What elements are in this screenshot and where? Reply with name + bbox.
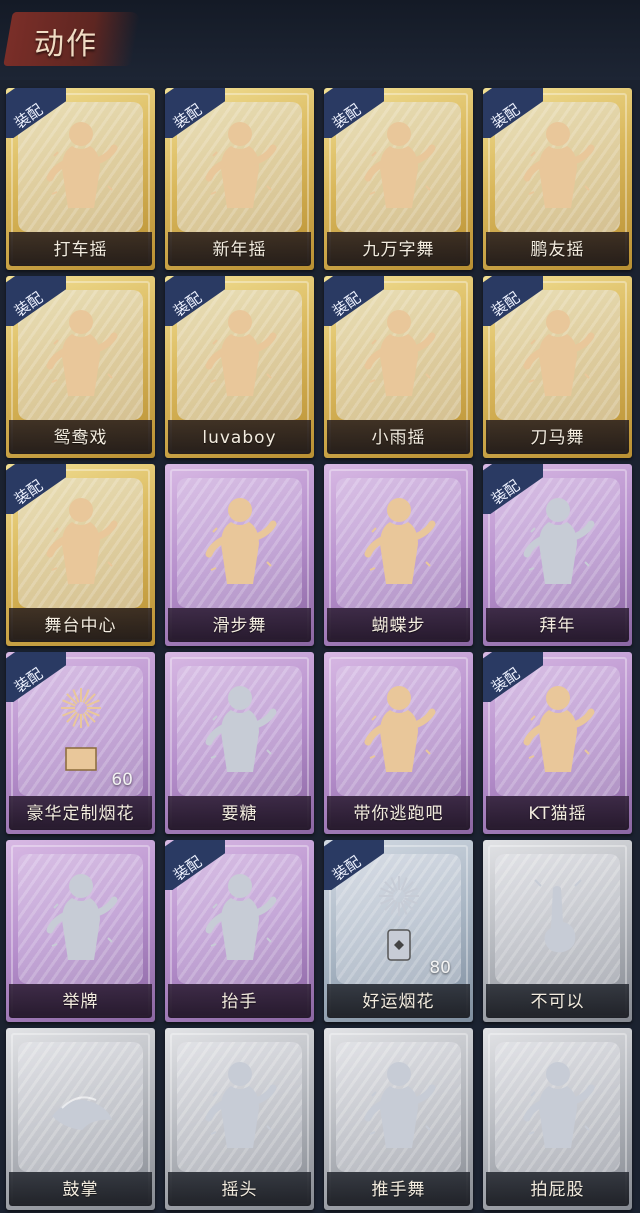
action-label: 小雨摇	[371, 428, 426, 448]
action-label: 新年摇	[212, 240, 267, 260]
action-label: 带你逃跑吧	[353, 804, 444, 824]
action-card[interactable]: 鹏友摇 装配	[483, 88, 632, 270]
action-label: 舞台中心	[44, 616, 117, 636]
item-count: 60	[111, 770, 133, 790]
header-bar: 动作	[0, 0, 640, 80]
figure-run-icon	[360, 680, 438, 780]
equipped-badge: 装配	[483, 464, 543, 514]
figure-slide-icon	[201, 492, 279, 592]
action-card[interactable]: 拜年 装配	[483, 464, 632, 646]
figure-pat-icon	[519, 1056, 597, 1156]
equipped-badge: 装配	[324, 276, 384, 326]
action-card[interactable]: 鼓掌	[6, 1028, 155, 1210]
action-label: 九万字舞	[362, 240, 435, 260]
page-title: 动作	[34, 27, 98, 62]
action-card[interactable]: 带你逃跑吧	[324, 652, 473, 834]
action-card[interactable]: 新年摇 装配	[165, 88, 314, 270]
action-card[interactable]: 摇头	[165, 1028, 314, 1210]
equipped-badge: 装配	[165, 88, 225, 138]
action-label: 鹏友摇	[530, 240, 585, 260]
figure-sign-icon	[42, 868, 120, 968]
hands-clap-icon	[42, 1056, 120, 1156]
action-label: luvaboy	[202, 428, 277, 448]
action-label: 拜年	[539, 616, 576, 636]
action-card[interactable]: 蝴蝶步	[324, 464, 473, 646]
finger-wag-icon	[519, 868, 597, 968]
action-card[interactable]: 小雨摇 装配	[324, 276, 473, 458]
action-label: 摇头	[221, 1180, 258, 1200]
figure-beg-icon	[201, 680, 279, 780]
figure-shake-head-icon	[201, 1056, 279, 1156]
action-label: 抬手	[221, 992, 258, 1012]
action-label: 打车摇	[53, 240, 108, 260]
equipped-badge: 装配	[483, 88, 543, 138]
equipped-badge: 装配	[483, 276, 543, 326]
action-card[interactable]: KT猫摇 装配	[483, 652, 632, 834]
equipped-badge: 装配	[165, 276, 225, 326]
action-label: 要糖	[221, 804, 258, 824]
figure-push-icon	[360, 1056, 438, 1156]
action-label: 推手舞	[371, 1180, 426, 1200]
action-label: 滑步舞	[212, 616, 267, 636]
action-label: 鼓掌	[62, 1180, 99, 1200]
equipped-badge: 装配	[165, 840, 225, 890]
action-label: 不可以	[530, 992, 585, 1012]
action-card[interactable]: 打车摇 装配	[6, 88, 155, 270]
action-card[interactable]: 拍屁股	[483, 1028, 632, 1210]
equipped-badge: 装配	[6, 88, 66, 138]
equipped-badge: 装配	[6, 652, 66, 702]
action-label: 豪华定制烟花	[26, 804, 135, 824]
equipped-badge: 装配	[324, 840, 384, 890]
equipped-badge: 装配	[6, 276, 66, 326]
action-card[interactable]: 刀马舞 装配	[483, 276, 632, 458]
action-card[interactable]: 舞台中心 装配	[6, 464, 155, 646]
action-card[interactable]: luvaboy 装配	[165, 276, 314, 458]
action-label: 拍屁股	[530, 1180, 585, 1200]
equipped-badge: 装配	[483, 652, 543, 702]
action-card[interactable]: 九万字舞 装配	[324, 88, 473, 270]
action-label: 刀马舞	[530, 428, 585, 448]
action-label: 鸳鸯戏	[53, 428, 108, 448]
action-label: KT猫摇	[528, 804, 587, 824]
action-card[interactable]: 举牌	[6, 840, 155, 1022]
action-grid: 打车摇 装配 新年摇 装配 九万字舞 装配 鹏友摇 装配 鸳鸯戏 装配 luva…	[6, 88, 634, 1210]
action-card[interactable]: 要糖	[165, 652, 314, 834]
action-card[interactable]: 不可以	[483, 840, 632, 1022]
action-label: 好运烟花	[362, 992, 435, 1012]
action-card[interactable]: 推手舞	[324, 1028, 473, 1210]
action-card[interactable]: 抬手 装配	[165, 840, 314, 1022]
equipped-badge: 装配	[6, 464, 66, 514]
action-card[interactable]: 鸳鸯戏 装配	[6, 276, 155, 458]
figure-butterfly-icon	[360, 492, 438, 592]
action-card[interactable]: 80 好运烟花 装配	[324, 840, 473, 1022]
item-count: 80	[429, 958, 451, 978]
action-card[interactable]: 滑步舞	[165, 464, 314, 646]
action-card[interactable]: 60 豪华定制烟花 装配	[6, 652, 155, 834]
action-label: 蝴蝶步	[371, 616, 426, 636]
action-label: 举牌	[62, 992, 99, 1012]
equipped-badge: 装配	[324, 88, 384, 138]
